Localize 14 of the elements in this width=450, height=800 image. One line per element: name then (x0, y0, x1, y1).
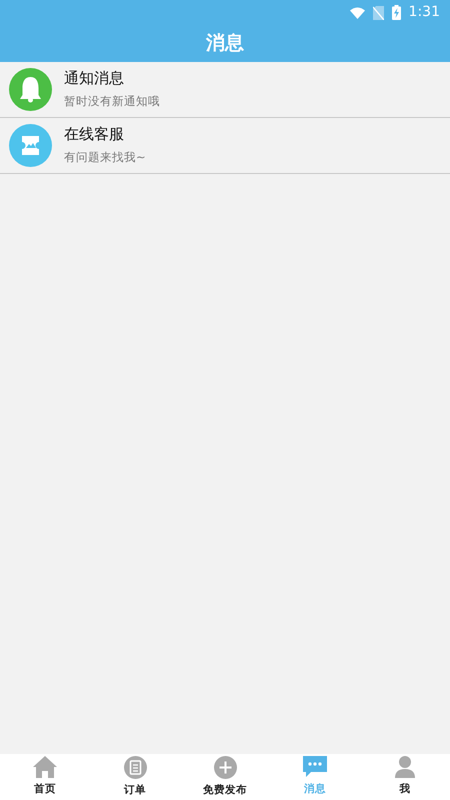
message-title: 通知消息 (64, 68, 125, 87)
message-preview: 暂时没有新通知哦 (64, 92, 160, 110)
message-row[interactable]: 通知消息 暂时没有新通知哦 (0, 62, 450, 118)
person-icon (394, 756, 416, 778)
message-row[interactable]: 在线客服 有问题来找我~ (0, 118, 450, 174)
nav-tab[interactable]: 订单 (90, 754, 180, 800)
nav-tab[interactable]: 我 (360, 754, 450, 800)
message-title: 在线客服 (64, 124, 125, 143)
page-title: 消息 (206, 30, 244, 56)
clock-time: 1:31 (408, 2, 440, 22)
nav-tab[interactable]: 首页 (0, 754, 90, 800)
home-icon (33, 756, 57, 778)
nav-tab[interactable]: 免费发布 (180, 754, 270, 800)
message-preview: 有问题来找我~ (64, 148, 146, 166)
